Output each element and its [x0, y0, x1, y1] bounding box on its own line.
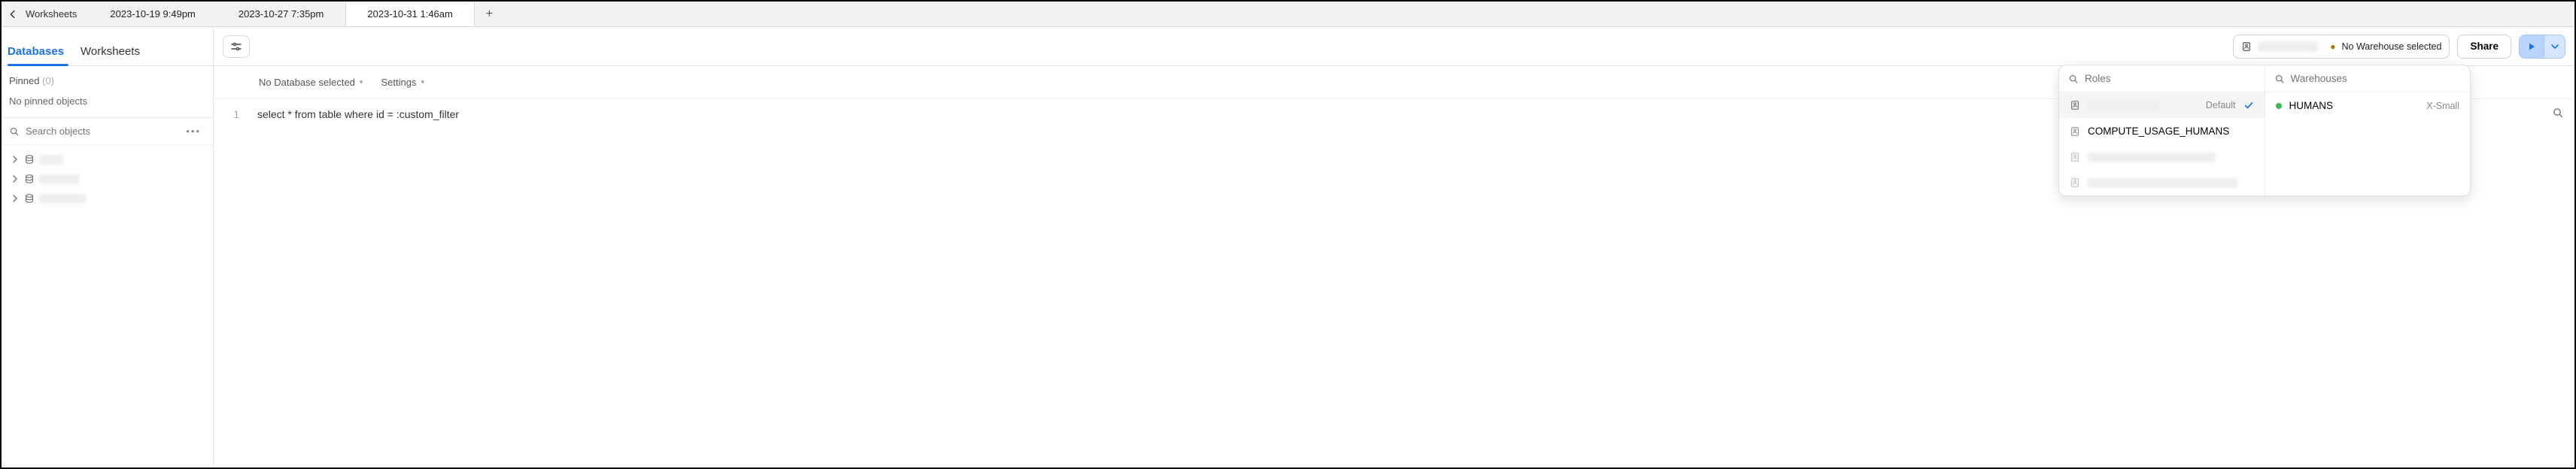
- tab-worksheets[interactable]: Worksheets: [80, 45, 150, 65]
- warehouses-column: HUMANS X-Small: [2265, 65, 2471, 195]
- role-name-redacted: [2088, 101, 2160, 110]
- pinned-count: (0): [42, 75, 54, 86]
- worksheet-tab[interactable]: 2023-10-19 9:49pm: [89, 2, 217, 26]
- chevron-right-icon: [11, 174, 20, 183]
- warehouse-size: X-Small: [2426, 101, 2459, 111]
- role-warehouse-selector[interactable]: ● No Warehouse selected: [2233, 35, 2450, 59]
- caret-down-icon: ▾: [360, 78, 363, 86]
- search-icon: [2552, 107, 2564, 119]
- database-selector-label: No Database selected: [259, 77, 355, 88]
- role-icon: [2070, 177, 2080, 188]
- plus-icon: +: [486, 8, 493, 21]
- role-name-redacted: [2258, 41, 2318, 52]
- role-name-redacted: [2088, 153, 2216, 162]
- tab-databases[interactable]: Databases: [8, 45, 74, 65]
- role-warehouse-flyout: Default COMPUTE_USAGE_HUMANS: [2058, 65, 2471, 196]
- database-tree: [2, 145, 213, 213]
- role-item[interactable]: COMPUTE_USAGE_HUMANS: [2059, 118, 2265, 144]
- back-button[interactable]: [2, 2, 24, 26]
- role-icon: [2241, 41, 2252, 52]
- role-icon: [2070, 126, 2080, 137]
- role-item[interactable]: [2059, 170, 2265, 195]
- role-name-redacted: [2088, 178, 2238, 188]
- line-gutter: 1: [214, 105, 251, 467]
- database-name-redacted: [39, 155, 63, 165]
- caret-down-icon: ▾: [421, 78, 424, 86]
- warehouse-text: No Warehouse selected: [2342, 41, 2442, 52]
- roles-search-input[interactable]: [2085, 73, 2256, 84]
- database-selector[interactable]: No Database selected ▾: [259, 77, 363, 88]
- role-icon: [2070, 152, 2080, 162]
- database-tree-item[interactable]: [5, 150, 210, 169]
- editor-search-button[interactable]: [2552, 107, 2564, 119]
- object-search-row: •••: [2, 118, 213, 145]
- role-default-tag: Default: [2206, 100, 2236, 110]
- pinned-label: Pinned: [9, 75, 39, 86]
- settings-label: Settings: [381, 77, 416, 88]
- warehouse-status-icon: [2276, 103, 2282, 109]
- chevron-down-icon: [2550, 42, 2559, 51]
- database-tree-item[interactable]: [5, 189, 210, 208]
- editor-options-button[interactable]: [223, 35, 250, 58]
- breadcrumb[interactable]: Worksheets: [24, 2, 89, 26]
- code-content[interactable]: select * from table where id = :custom_f…: [251, 105, 459, 467]
- chevron-left-icon: [8, 9, 18, 20]
- object-explorer: Pinned (0) No pinned objects •••: [2, 66, 214, 467]
- pinned-header: Pinned (0): [2, 66, 213, 92]
- worksheet-tab[interactable]: 2023-10-27 7:35pm: [217, 2, 345, 26]
- worksheet-tabbar: Worksheets 2023-10-19 9:49pm 2023-10-27 …: [2, 2, 2574, 27]
- share-button[interactable]: Share: [2457, 35, 2511, 59]
- play-icon: [2527, 42, 2536, 51]
- run-button-group: [2519, 35, 2565, 59]
- warehouses-search-input[interactable]: [2291, 73, 2462, 84]
- search-icon: [9, 126, 20, 137]
- toolbar: Databases Worksheets ● No Warehouse sele…: [2, 27, 2574, 66]
- worksheet-tab[interactable]: 2023-10-31 1:46am: [345, 2, 474, 26]
- database-icon: [24, 154, 35, 165]
- editor-settings-dropdown[interactable]: Settings ▾: [381, 77, 424, 88]
- line-number: 1: [214, 108, 239, 120]
- warehouse-item[interactable]: HUMANS X-Small: [2265, 92, 2471, 119]
- check-icon: [2243, 100, 2254, 110]
- database-tree-item[interactable]: [5, 169, 210, 189]
- run-dropdown-button[interactable]: [2544, 35, 2565, 59]
- warehouse-status-dot: ●: [2330, 41, 2335, 52]
- new-worksheet-button[interactable]: +: [475, 2, 505, 26]
- database-name-redacted: [39, 194, 86, 204]
- search-icon: [2068, 74, 2079, 84]
- chevron-right-icon: [11, 155, 20, 164]
- object-search-input[interactable]: [26, 126, 175, 137]
- role-icon: [2070, 100, 2080, 110]
- database-icon: [24, 174, 35, 184]
- roles-column: Default COMPUTE_USAGE_HUMANS: [2059, 65, 2265, 195]
- object-search-more[interactable]: •••: [181, 126, 205, 137]
- database-name-redacted: [39, 174, 80, 184]
- left-panel-tabs: Databases Worksheets: [2, 27, 214, 65]
- warehouse-name: HUMANS: [2289, 100, 2334, 111]
- search-icon: [2274, 74, 2285, 84]
- role-item[interactable]: Default: [2059, 92, 2265, 118]
- role-item[interactable]: [2059, 144, 2265, 170]
- chevron-right-icon: [11, 194, 20, 203]
- database-icon: [24, 193, 35, 204]
- sliders-icon: [230, 41, 242, 53]
- run-button[interactable]: [2519, 35, 2544, 59]
- role-name: COMPUTE_USAGE_HUMANS: [2088, 126, 2229, 137]
- pinned-empty-text: No pinned objects: [2, 92, 213, 118]
